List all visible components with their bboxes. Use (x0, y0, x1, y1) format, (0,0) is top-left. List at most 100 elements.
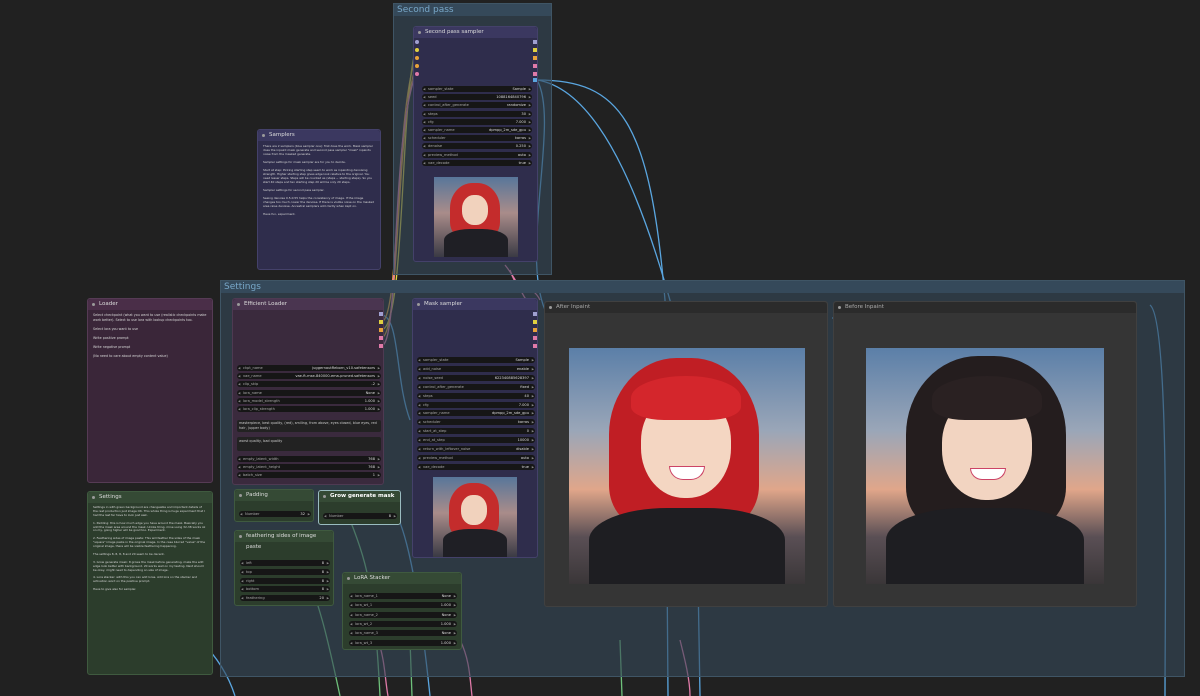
output-slot[interactable] (533, 312, 537, 316)
widget-value: 7.000 (515, 119, 526, 124)
settings-note-node[interactable]: Settings Settings in with green backgrou… (87, 491, 213, 675)
widget-sampler-name[interactable]: sampler_name dpmpp_2m_sde_gpu (417, 410, 535, 417)
widget-label: scheduler (428, 136, 446, 141)
widget-lora-model-strength[interactable]: lora_model_strength 1.000 (237, 397, 381, 404)
output-slot[interactable] (379, 328, 383, 332)
positive-prompt-input[interactable]: masterpiece, best quality, (red), smilin… (237, 420, 381, 432)
widget-sampler-name[interactable]: sampler_name dpmpp_2m_sde_gpu (422, 127, 532, 133)
lora-stacker-node[interactable]: LoRA Stacker lora_name_1 None lora_wt_1 1.0… (342, 572, 462, 650)
efficient-loader-node[interactable]: Efficient Loader ckpt_name juggernautRebo… (232, 298, 384, 485)
output-slot[interactable] (533, 320, 537, 324)
widget-seed[interactable]: seed 1088164840796 (422, 94, 532, 101)
widget-value: 8 (321, 578, 324, 583)
widget-lora-name-2[interactable]: lora_name_2 None (349, 611, 457, 618)
negative-prompt-input[interactable]: worst quality, bad quality (237, 437, 381, 451)
widget-value: auto (520, 455, 529, 460)
widget-denoise[interactable]: denoise 0.250 (422, 143, 532, 150)
output-slot[interactable] (533, 328, 537, 332)
widget-value: 768 (368, 465, 375, 470)
widget-sampler-state[interactable]: sampler_state Sample (422, 86, 532, 92)
feathering-node[interactable]: feathering sides of image paste left8top… (234, 530, 334, 606)
widget-empty-latent-width[interactable]: empty_latent_width 768 (237, 456, 381, 462)
output-slot[interactable] (533, 78, 537, 82)
output-slot[interactable] (533, 64, 537, 68)
hoodie (589, 508, 785, 584)
before-inpaint-node[interactable]: Before Inpaint (833, 301, 1137, 607)
face (461, 495, 487, 525)
widget-left[interactable]: left 8 (240, 560, 330, 566)
output-slot[interactable] (533, 72, 537, 76)
widget-control-after-generate[interactable]: control_after_generate randomize (422, 102, 532, 109)
widget-cfg[interactable]: cfg 7.000 (422, 118, 532, 125)
widget-preview-method[interactable]: preview_method auto (422, 151, 532, 158)
widget-scheduler[interactable]: scheduler karras (417, 419, 535, 426)
widget-lora-wt-3[interactable]: lora_wt_3 1.000 (349, 639, 457, 646)
widget-lora-name[interactable]: lora_name None (237, 389, 381, 396)
widget-scheduler[interactable]: scheduler karras (422, 135, 532, 142)
input-slot[interactable] (415, 40, 419, 44)
output-slot[interactable] (379, 336, 383, 340)
widget-empty-latent-height[interactable]: empty_latent_height 768 (237, 464, 381, 471)
widget-label: Number (245, 512, 260, 516)
widget-top[interactable]: top 8 (240, 568, 330, 575)
widget-bottom[interactable]: bottom 8 (240, 586, 330, 593)
input-slot[interactable] (415, 56, 419, 60)
second-pass-sampler-node[interactable]: Second pass sampler sampler_stateSamples… (413, 26, 538, 262)
widget-lora-wt-2[interactable]: lora_wt_2 1.000 (349, 620, 457, 627)
widget-lora-wt-1[interactable]: lora_wt_1 1.000 (349, 602, 457, 609)
widget-add-noise[interactable]: add_noise enable (417, 365, 535, 372)
widget-end-at-step[interactable]: end_at_step 10000 (417, 437, 535, 444)
widget-steps[interactable]: steps 40 (417, 392, 535, 399)
widget-cfg[interactable]: cfg 7.000 (417, 401, 535, 408)
padding-number-widget[interactable]: Number 32 (239, 511, 311, 517)
widget-value: 1.000 (440, 603, 451, 608)
output-slot[interactable] (533, 336, 537, 340)
input-slot[interactable] (415, 72, 419, 76)
grow-generate-mask-node[interactable]: Grow generate mask Number 8 (318, 490, 401, 525)
grow-mask-number-widget[interactable]: Number 8 (323, 513, 397, 519)
widget-value: 32 (300, 512, 305, 516)
widget-feathering[interactable]: feathering 20 (240, 595, 330, 602)
padding-node[interactable]: Padding Number 32 (234, 489, 314, 522)
output-slot[interactable] (533, 344, 537, 348)
output-slot[interactable] (379, 320, 383, 324)
widget-lora-name-1[interactable]: lora_name_1 None (349, 593, 457, 599)
widget-batch-size[interactable]: batch_size 1 (237, 472, 381, 479)
widget-noise-seed[interactable]: noise_seed 622340885628397 (417, 374, 535, 381)
widget-preview-method[interactable]: preview_method auto (417, 454, 535, 461)
widget-value: true (521, 464, 529, 469)
widget-clip-skip[interactable]: clip_skip -2 (237, 381, 381, 388)
widget-value: 1.000 (364, 398, 375, 403)
output-slot[interactable] (533, 48, 537, 52)
output-slot[interactable] (533, 56, 537, 60)
mask-sampler-node[interactable]: Mask sampler sampler_state Sample add_nois… (412, 298, 538, 558)
widget-value: 1.000 (440, 640, 451, 645)
samplers-note-node[interactable]: Samplers There are 2 samplers (blue samp… (257, 129, 381, 270)
node-title: LoRA Stacker (343, 573, 461, 584)
widget-label: add_noise (423, 366, 442, 371)
loader-note-node[interactable]: Loader Select checkpoint (what you want … (87, 298, 213, 483)
output-slot[interactable] (379, 344, 383, 348)
widget-sampler-state[interactable]: sampler_state Sample (417, 357, 535, 363)
output-slot[interactable] (379, 312, 383, 316)
input-slot[interactable] (415, 64, 419, 68)
widget-vae-decode[interactable]: vae_decode true (422, 159, 532, 166)
widget-control-after-generate[interactable]: control_after_generate fixed (417, 383, 535, 390)
widget-lora-clip-strength[interactable]: lora_clip_strength 1.000 (237, 406, 381, 412)
input-slot[interactable] (415, 48, 419, 52)
widget-right[interactable]: right 8 (240, 577, 330, 584)
widget-label: sampler_state (428, 87, 454, 91)
widget-lora-name-3[interactable]: lora_name_3 None (349, 630, 457, 637)
widget-vae-name[interactable]: vae_name vae-ft-mse-840000-ema-pruned.saf… (237, 373, 381, 380)
output-slot[interactable] (533, 40, 537, 44)
widget-value: vae-ft-mse-840000-ema-pruned.safetensors (295, 374, 375, 379)
widget-value: juggernautReborn_v10.safetensors (312, 366, 375, 370)
widget-steps[interactable]: steps 30 (422, 110, 532, 117)
node-title: Efficient Loader (233, 299, 383, 310)
widget-ckpt-name[interactable]: ckpt_name juggernautReborn_v10.safetensor… (237, 365, 381, 371)
widget-return-with-leftover-noise[interactable]: return_with_leftover_noise disable (417, 446, 535, 452)
after-inpaint-node[interactable]: After Inpaint (544, 301, 828, 607)
widget-vae-decode[interactable]: vae_decode true (417, 463, 535, 470)
widget-start-at-step[interactable]: start_at_step 0 (417, 428, 535, 435)
widget-value: 1.000 (440, 621, 451, 626)
